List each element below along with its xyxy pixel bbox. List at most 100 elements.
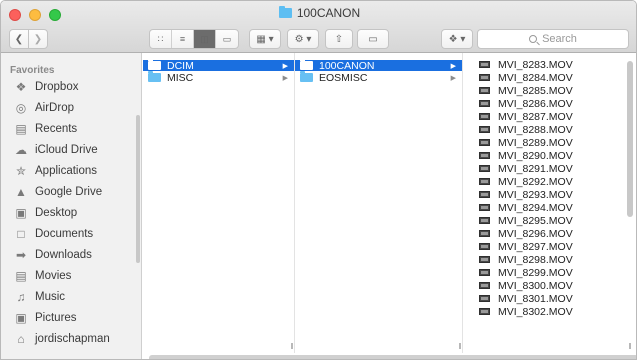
column-3-scrollbar[interactable] [627, 61, 633, 217]
icon-view-button[interactable]: ∷ [150, 30, 172, 48]
file-name: MVI_8292.MOV [498, 175, 573, 188]
home-icon: ⌂ [17, 332, 25, 346]
file-name: MVI_8288.MOV [498, 123, 573, 136]
share-button[interactable]: ⇧ [325, 29, 353, 49]
column-3: MVI_8283.MOV MVI_8284.MOV MVI_8285.MOV M… [463, 53, 636, 353]
list-item[interactable]: MVI_8297.MOV [479, 240, 629, 253]
movie-file-icon [479, 139, 490, 147]
list-item[interactable]: MVI_8299.MOV [479, 267, 629, 279]
folder-icon [148, 71, 161, 83]
movie-file-icon [479, 87, 490, 95]
arrange-button[interactable]: ▦ ▾ [249, 29, 281, 49]
list-item[interactable]: MVI_8293.MOV [479, 189, 629, 201]
list-item[interactable]: MVI_8285.MOV [479, 85, 629, 97]
list-item[interactable]: MVI_8291.MOV [479, 162, 629, 175]
list-item[interactable]: MVI_8284.MOV [479, 72, 629, 84]
sidebar-item-desktop[interactable]: ▣ Desktop [1, 203, 142, 223]
sidebar-item-dropbox[interactable]: ❖ Dropbox [1, 77, 142, 97]
list-item[interactable]: MVI_8288.MOV [479, 123, 629, 136]
list-item[interactable]: MVI_8289.MOV [479, 136, 629, 149]
column-view-button[interactable]: ◫ [194, 30, 216, 48]
list-item-misc[interactable]: MISC ▶ [143, 71, 294, 84]
sidebar-item-pictures[interactable]: ▣ Pictures [1, 308, 142, 328]
list-item[interactable]: MVI_8286.MOV [479, 97, 629, 110]
pictures-icon: ▣ [15, 311, 27, 325]
list-item[interactable]: MVI_8300.MOV [479, 280, 629, 292]
search-icon [529, 35, 538, 43]
back-button[interactable]: ❮ [9, 29, 29, 49]
column-2: 100CANON ▶ EOSMISC ▶ [295, 53, 463, 353]
google-drive-icon: ▲ [15, 185, 27, 199]
recents-icon: ▤ [15, 122, 27, 136]
file-name: MVI_8287.MOV [498, 110, 573, 123]
finder-window: 100CANON ❮ ❯ ∷ ≡ ◫ ▭ ▦ ▾ ⚙ ▾ ⇧ ▭ ❖ ▾ Sea… [0, 0, 637, 360]
sidebar-item-applications[interactable]: ✮ Applications [1, 161, 142, 181]
action-button[interactable]: ⚙ ▾ [287, 29, 319, 49]
list-item[interactable]: MVI_8296.MOV [479, 228, 629, 240]
cloud-icon: ☁ [15, 143, 27, 157]
movie-file-icon [479, 100, 490, 108]
column-resize-handle[interactable] [291, 343, 293, 349]
file-name: MVI_8297.MOV [498, 240, 573, 253]
sidebar-item-label: iCloud Drive [35, 144, 98, 156]
sidebar-item-airdrop[interactable]: ◎ AirDrop [1, 98, 142, 118]
cover-flow-button[interactable]: ▭ [216, 30, 238, 48]
file-name: MVI_8289.MOV [498, 136, 573, 149]
list-view-button[interactable]: ≡ [172, 30, 194, 48]
list-item[interactable]: MVI_8290.MOV [479, 150, 629, 162]
column-view-icon: ◫ [200, 33, 209, 44]
sidebar-item-recents[interactable]: ▤ Recents [1, 119, 142, 139]
movie-file-icon [479, 178, 490, 186]
folder-name: DCIM [167, 59, 194, 72]
movie-file-icon [479, 295, 490, 303]
desktop-icon: ▣ [15, 206, 27, 220]
search-field[interactable]: Search [477, 29, 629, 49]
sidebar-heading: Favorites [10, 65, 55, 76]
sidebar-item-icloud-drive[interactable]: ☁ iCloud Drive [1, 140, 142, 160]
gear-icon: ⚙ ▾ [294, 33, 312, 45]
list-item-100canon[interactable]: 100CANON ▶ [295, 59, 462, 72]
arrange-icon: ▦ ▾ [256, 33, 274, 45]
sidebar-item-label: Recents [35, 123, 78, 135]
sidebar-item-music[interactable]: ♫ Music [1, 287, 142, 307]
file-name: MVI_8286.MOV [498, 97, 573, 110]
movie-file-icon [479, 308, 490, 316]
movie-file-icon [479, 282, 490, 290]
view-mode-control: ∷ ≡ ◫ ▭ [149, 29, 239, 49]
movie-file-icon [479, 191, 490, 199]
movie-file-icon [479, 126, 490, 134]
column-resize-handle[interactable] [459, 343, 461, 349]
list-item-dcim[interactable]: DCIM ▶ [143, 59, 294, 72]
dropbox-toolbar-button[interactable]: ❖ ▾ [441, 29, 473, 49]
sidebar-item-home[interactable]: ⌂ jordischapman [1, 329, 142, 349]
list-item[interactable]: MVI_8295.MOV [479, 215, 629, 227]
folder-icon [148, 59, 161, 71]
chevron-right-icon: ▶ [450, 62, 456, 70]
list-item[interactable]: MVI_8298.MOV [479, 254, 629, 266]
list-item[interactable]: MVI_8302.MOV [479, 305, 629, 318]
forward-button[interactable]: ❯ [28, 29, 48, 49]
list-item-eosmisc[interactable]: EOSMISC ▶ [295, 71, 462, 84]
list-item[interactable]: MVI_8301.MOV [479, 293, 629, 305]
list-item[interactable]: MVI_8292.MOV [479, 175, 629, 188]
sidebar-item-downloads[interactable]: ➡ Downloads [1, 245, 142, 265]
sidebar-item-google-drive[interactable]: ▲ Google Drive [1, 182, 142, 202]
downloads-icon: ➡ [15, 248, 27, 262]
list-item[interactable]: MVI_8283.MOV [479, 59, 629, 71]
sidebar-scrollbar[interactable] [136, 115, 140, 263]
column-resize-handle[interactable] [629, 343, 631, 349]
cover-flow-icon: ▭ [222, 33, 232, 44]
file-name: MVI_8302.MOV [498, 305, 573, 318]
list-item[interactable]: MVI_8287.MOV [479, 110, 629, 123]
tag-button[interactable]: ▭ [357, 29, 389, 49]
list-item[interactable]: MVI_8294.MOV [479, 202, 629, 214]
sidebar-item-label: Pictures [35, 312, 77, 324]
sidebar-item-documents[interactable]: □ Documents [1, 224, 142, 244]
horizontal-scrollbar[interactable] [149, 355, 636, 359]
sidebar-item-label: Music [35, 291, 66, 303]
sidebar-item-movies[interactable]: ▤ Movies [1, 266, 142, 286]
file-name: MVI_8291.MOV [498, 162, 573, 175]
movie-file-icon [479, 74, 490, 82]
search-placeholder: Search [542, 33, 577, 45]
applications-icon: ✮ [15, 164, 27, 178]
